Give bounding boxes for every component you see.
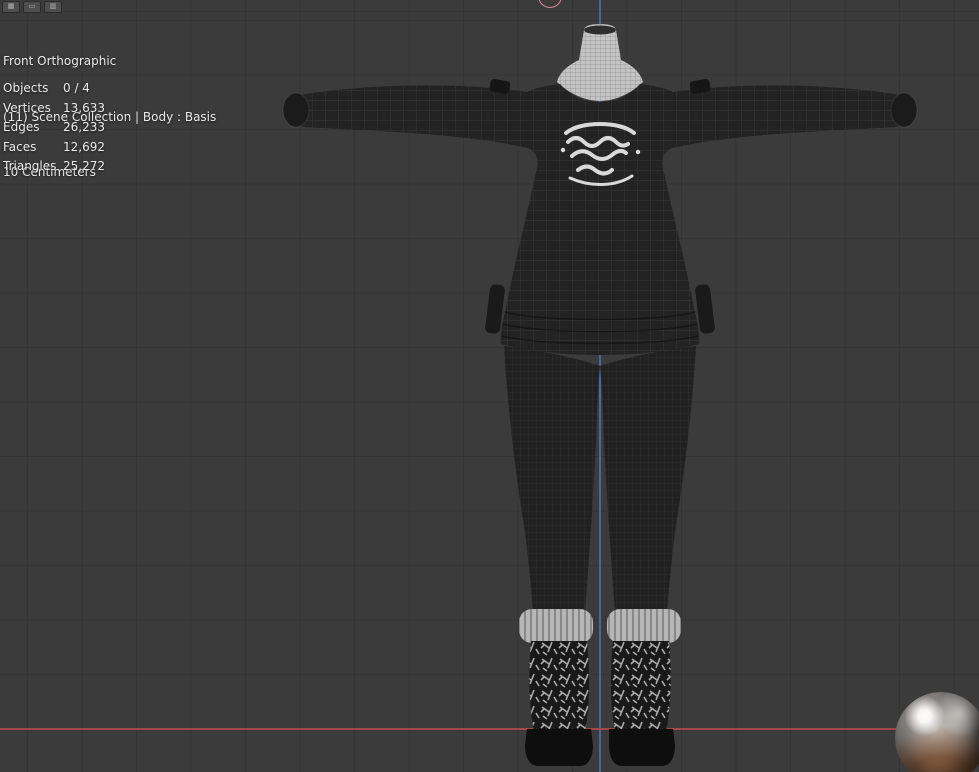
stat-label: Triangles bbox=[3, 159, 57, 173]
stat-value: 26,233 bbox=[63, 120, 105, 134]
view-label: Front Orthographic bbox=[3, 54, 117, 68]
leggings[interactable] bbox=[504, 346, 696, 612]
neck-opening bbox=[584, 25, 616, 35]
stat-label: Objects bbox=[3, 81, 49, 95]
overlay-icon[interactable]: ▥ bbox=[44, 1, 62, 13]
viewport-header: ▦ ▭ ▥ bbox=[2, 1, 62, 13]
scene-statistics: Objects 0 / 4 Vertices 13,633 Edges 26,2… bbox=[3, 81, 105, 173]
right-sleeve-cuff bbox=[890, 92, 918, 128]
stat-value: 12,692 bbox=[63, 139, 105, 154]
editor-type-icon[interactable]: ▦ bbox=[2, 1, 20, 13]
left-boot[interactable] bbox=[519, 609, 593, 766]
stat-label: Vertices bbox=[3, 100, 51, 115]
sweater[interactable] bbox=[282, 78, 918, 355]
stat-label: Faces bbox=[3, 139, 37, 154]
stat-value: 13,633 bbox=[63, 100, 105, 115]
stat-label: Edges bbox=[3, 120, 40, 134]
stat-value: 25,272 bbox=[63, 159, 105, 173]
view-mode-icon[interactable]: ▭ bbox=[23, 1, 41, 13]
collar[interactable] bbox=[557, 24, 643, 101]
left-sleeve-cuff bbox=[282, 92, 310, 128]
stat-value: 0 / 4 bbox=[63, 81, 90, 95]
right-boot[interactable] bbox=[607, 609, 681, 766]
3d-viewport[interactable]: Front Orthographic (11) Scene Collection… bbox=[0, 0, 979, 772]
